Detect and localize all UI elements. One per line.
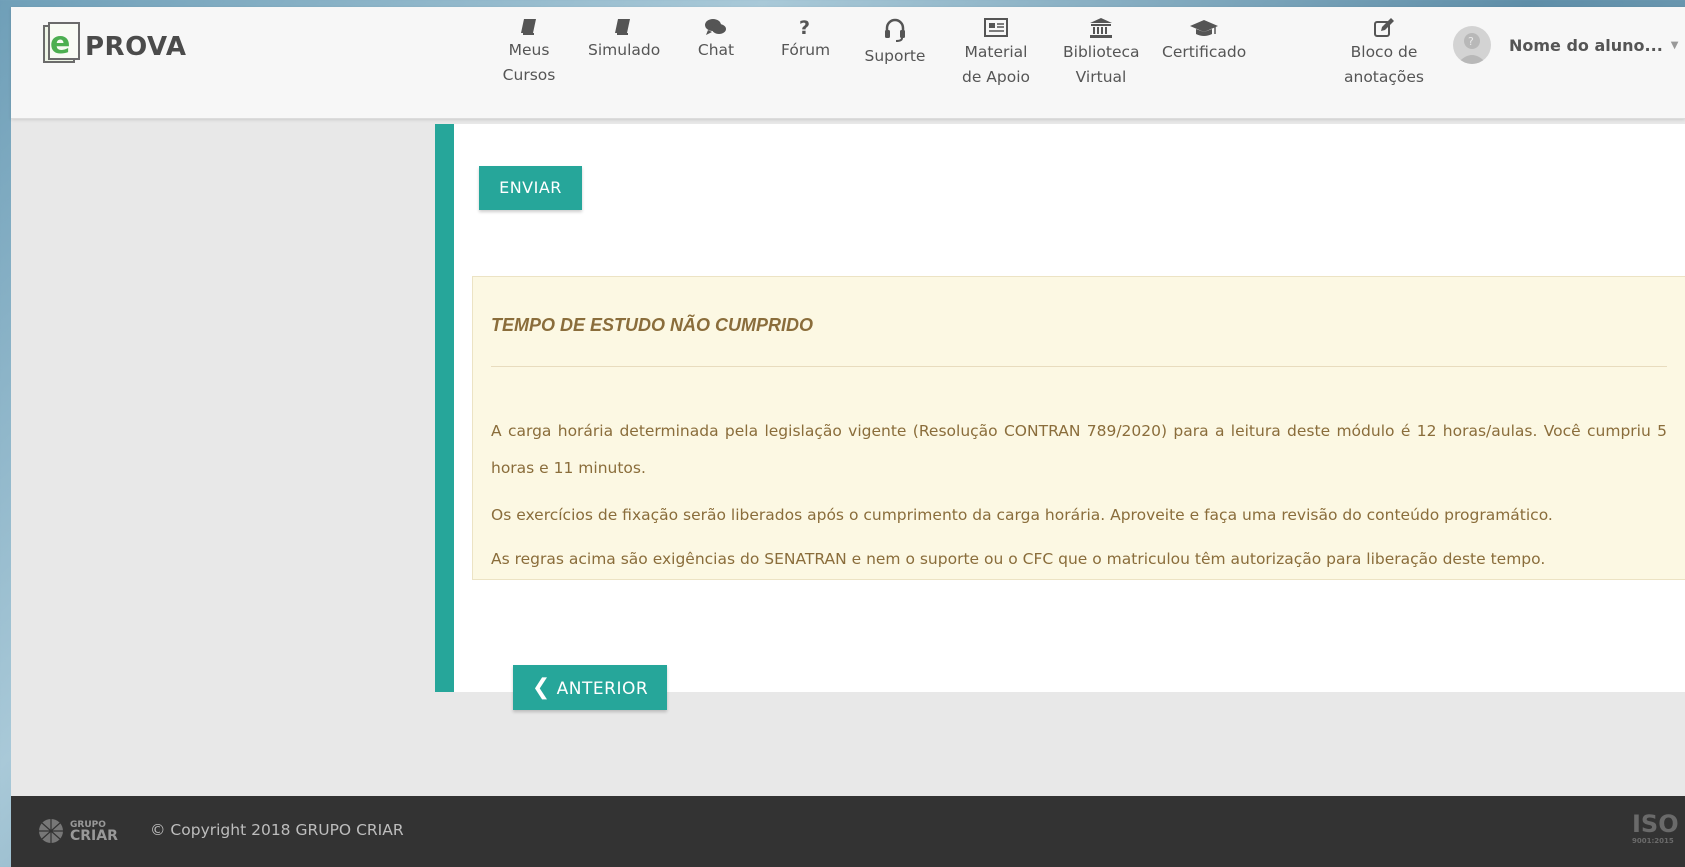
nav-label: Meus Cursos	[502, 41, 556, 84]
user-avatar-icon: ?	[1453, 26, 1491, 64]
study-time-warning: TEMPO DE ESTUDO NÃO CUMPRIDO A carga hor…	[472, 276, 1685, 580]
iso-badge: ISO 9001:2015	[1632, 810, 1685, 856]
nav-label: Chat	[697, 41, 735, 59]
accent-sidebar-bar	[435, 124, 454, 692]
svg-text:?: ?	[1468, 35, 1474, 48]
warning-paragraph: Os exercícios de fixação serão liberados…	[491, 506, 1553, 524]
warning-paragraph: A carga horária determinada pela legisla…	[491, 422, 1667, 477]
nav-label: Bloco de anotações	[1344, 43, 1424, 86]
nav-label: Suporte	[864, 47, 926, 65]
grupo-criar-logo-icon	[39, 819, 63, 843]
edit-note-icon	[1374, 18, 1394, 37]
newspaper-icon	[984, 18, 1008, 37]
previous-label: ANTERIOR	[556, 679, 649, 699]
warning-title: TEMPO DE ESTUDO NÃO CUMPRIDO	[491, 315, 814, 335]
eprova-logo-icon: e	[43, 22, 80, 63]
nav-label: Simulado	[588, 41, 661, 59]
nav-forum[interactable]: ? Fórum	[781, 17, 831, 63]
book-icon	[521, 19, 536, 35]
top-navbar: e PROVA Meus Cursos Simulado Chat ? Fóru…	[11, 7, 1685, 119]
nav-label: Biblioteca Virtual	[1063, 43, 1140, 86]
nav-biblioteca-virtual[interactable]: Biblioteca Virtual	[1063, 17, 1140, 90]
nav-suporte[interactable]: Suporte	[864, 17, 926, 69]
nav-material-de-apoio[interactable]: Material de Apoio	[961, 17, 1031, 90]
chevron-down-icon: ▼	[1670, 39, 1679, 51]
chat-bubbles-icon	[705, 19, 726, 35]
nav-label: Material de Apoio	[961, 43, 1031, 86]
iso-sub: 9001:2015	[1632, 837, 1674, 845]
nav-bloco-de-anotacoes[interactable]: Bloco de anotações	[1339, 17, 1429, 90]
grupo-criar-logo: GRUPO CRIAR	[36, 816, 118, 846]
nav-chat[interactable]: Chat	[696, 17, 736, 63]
user-menu[interactable]: ? Nome do aluno... ▼	[1453, 25, 1678, 65]
iso-text: ISO	[1632, 810, 1679, 838]
svg-text:e: e	[50, 26, 70, 61]
nav-label: Certificado	[1162, 43, 1247, 61]
user-name: Nome do aluno...	[1509, 35, 1663, 55]
nav-simulado[interactable]: Simulado	[588, 17, 661, 63]
headset-icon	[885, 18, 905, 42]
library-icon	[1090, 18, 1112, 38]
nav-label: Fórum	[781, 41, 831, 59]
nav-certificado[interactable]: Certificado	[1162, 17, 1246, 65]
copyright-text: © Copyright 2018 GRUPO CRIAR	[150, 821, 404, 839]
eprova-logo[interactable]: e PROVA	[41, 20, 201, 70]
question-mark-icon: ?	[799, 17, 810, 37]
graduation-cap-icon	[1190, 20, 1218, 36]
warning-paragraph: As regras acima são exigências do SENATR…	[491, 550, 1546, 568]
brand-bottom: CRIAR	[70, 828, 118, 844]
app-frame: e PROVA Meus Cursos Simulado Chat ? Fóru…	[11, 7, 1685, 867]
svg-text:?: ?	[799, 17, 810, 37]
book-icon	[615, 19, 630, 35]
logo-text: PROVA	[85, 32, 187, 62]
submit-button[interactable]: ENVIAR	[479, 166, 582, 210]
footer: GRUPO CRIAR © Copyright 2018 GRUPO CRIAR…	[11, 796, 1685, 867]
previous-button[interactable]: ❮ ANTERIOR	[513, 665, 667, 710]
divider	[491, 366, 1667, 367]
nav-meus-cursos[interactable]: Meus Cursos	[502, 17, 556, 88]
chevron-left-icon: ❮	[531, 675, 551, 700]
